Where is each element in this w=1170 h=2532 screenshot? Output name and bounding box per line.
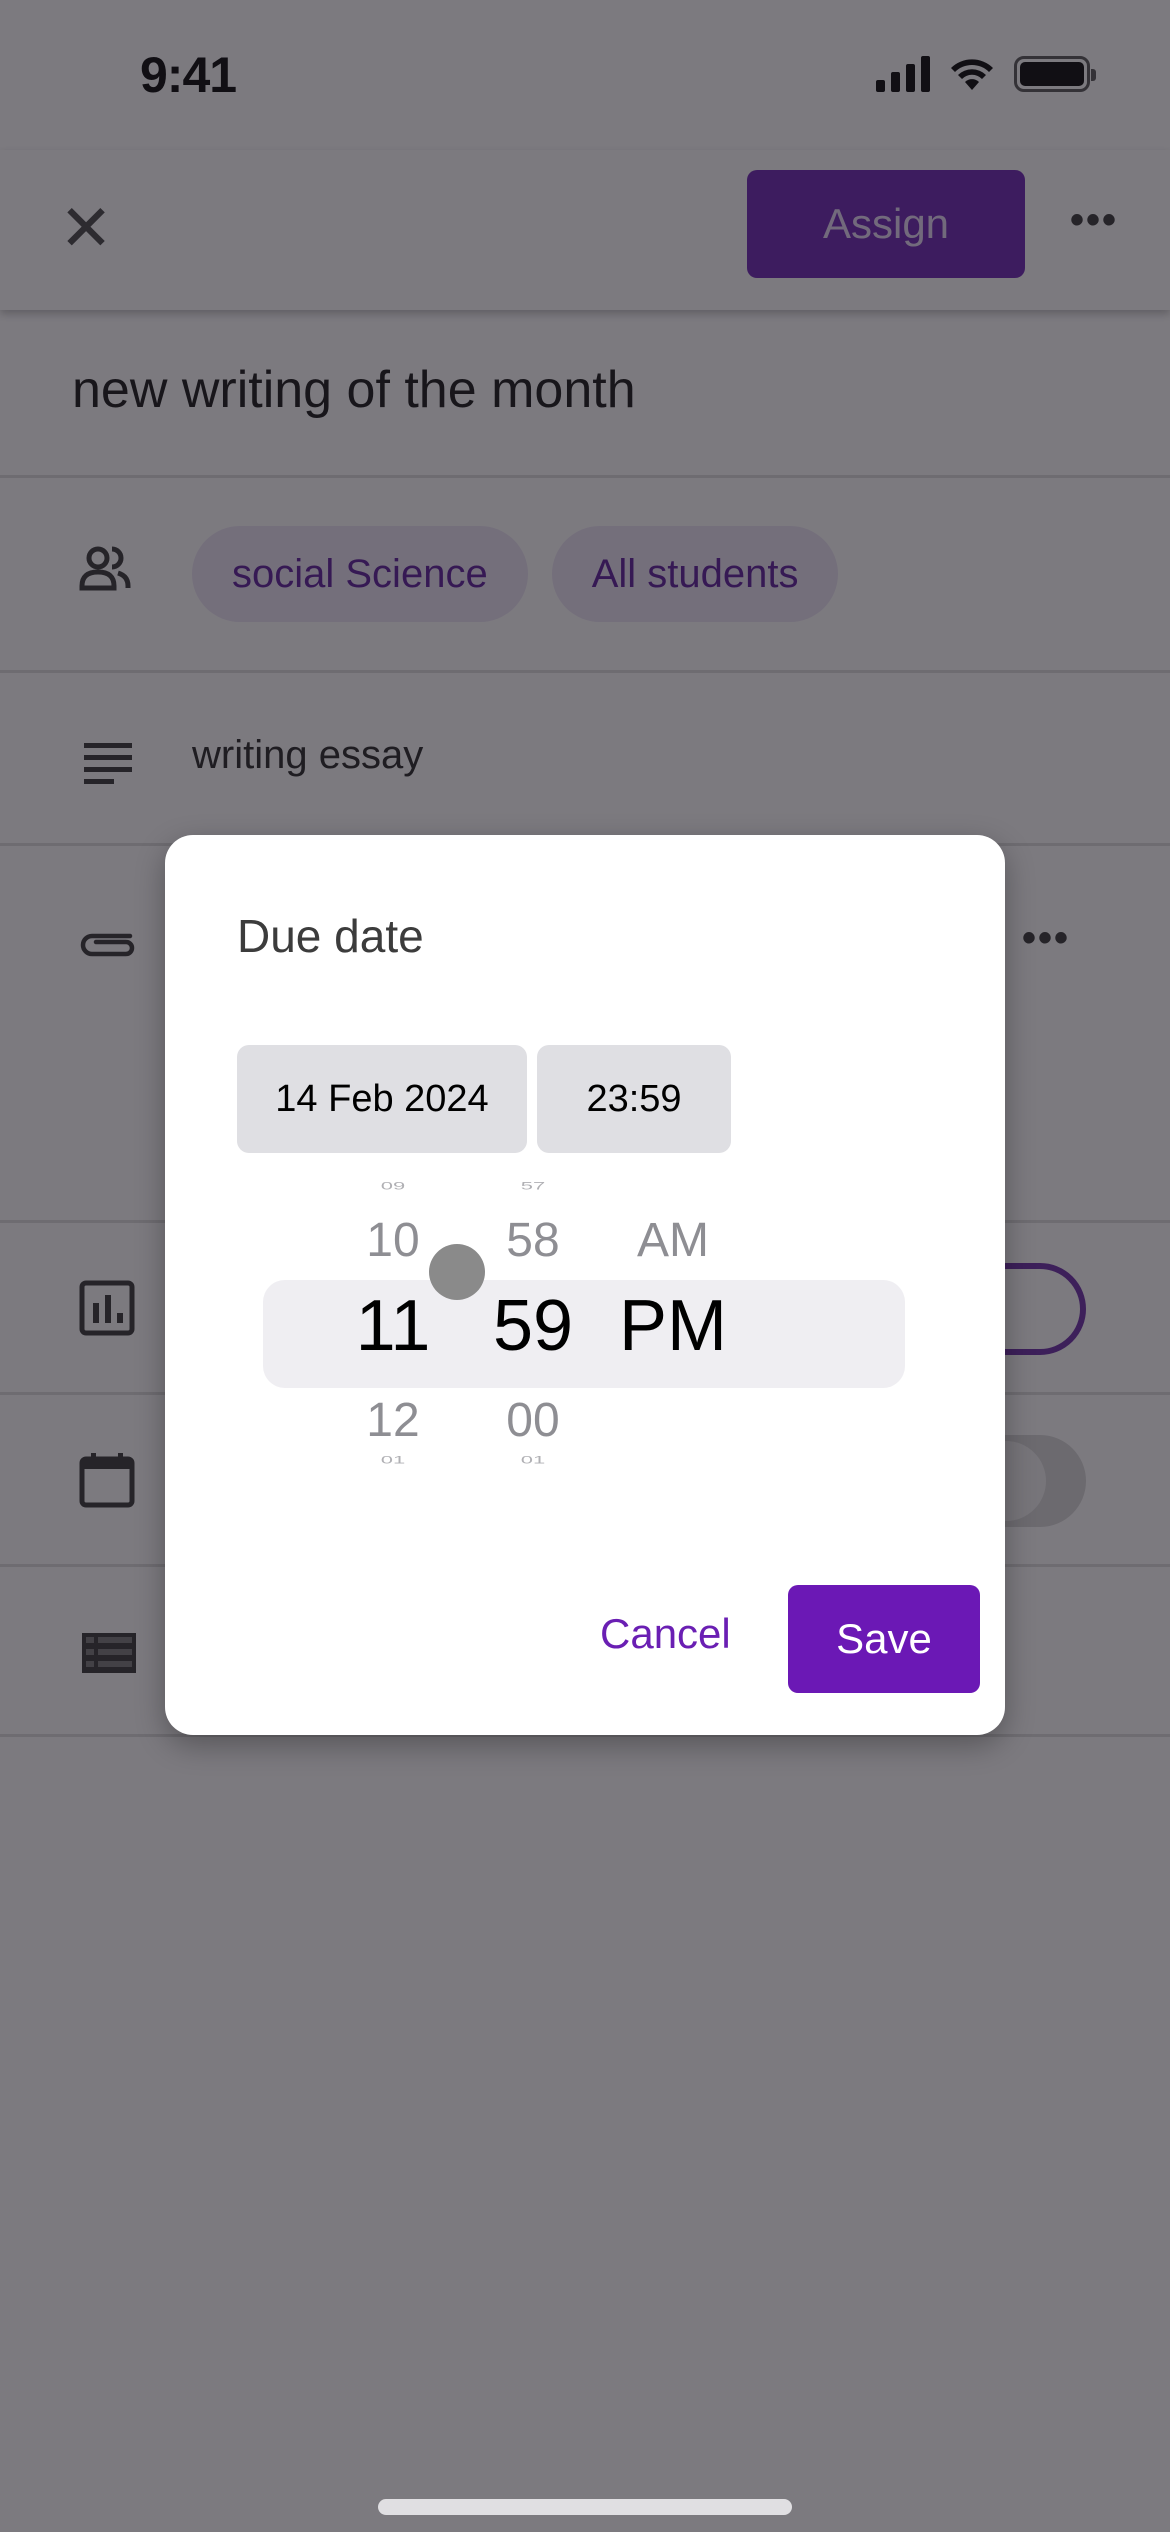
due-date-dialog: Due date 14 Feb 2024 23:59 09 10 11 12 0…: [165, 835, 1005, 1735]
touch-indicator: [429, 1244, 485, 1300]
hour-option[interactable]: 09: [313, 1180, 473, 1193]
dialog-title: Due date: [237, 910, 424, 962]
minute-option[interactable]: 01: [453, 1454, 613, 1467]
period-option[interactable]: AM: [593, 1213, 753, 1268]
time-picker-wheel[interactable]: 09 10 11 12 01 57 58 59 00 01 AM PM: [263, 1175, 905, 1467]
hour-option[interactable]: 12: [313, 1393, 473, 1448]
save-button[interactable]: Save: [788, 1585, 980, 1693]
time-field[interactable]: 23:59: [537, 1045, 731, 1153]
home-indicator[interactable]: [378, 2499, 792, 2515]
minute-option[interactable]: 57: [453, 1180, 613, 1193]
hour-option[interactable]: 01: [313, 1454, 473, 1467]
period-selected[interactable]: PM: [593, 1285, 753, 1367]
minute-option[interactable]: 00: [453, 1393, 613, 1448]
minute-wheel[interactable]: 57 58 59 00 01: [453, 1175, 613, 1467]
cancel-button[interactable]: Cancel: [580, 1580, 751, 1688]
period-wheel[interactable]: AM PM: [593, 1175, 753, 1455]
date-field[interactable]: 14 Feb 2024: [237, 1045, 527, 1153]
hour-wheel[interactable]: 09 10 11 12 01: [313, 1175, 473, 1467]
minute-selected[interactable]: 59: [453, 1285, 613, 1367]
